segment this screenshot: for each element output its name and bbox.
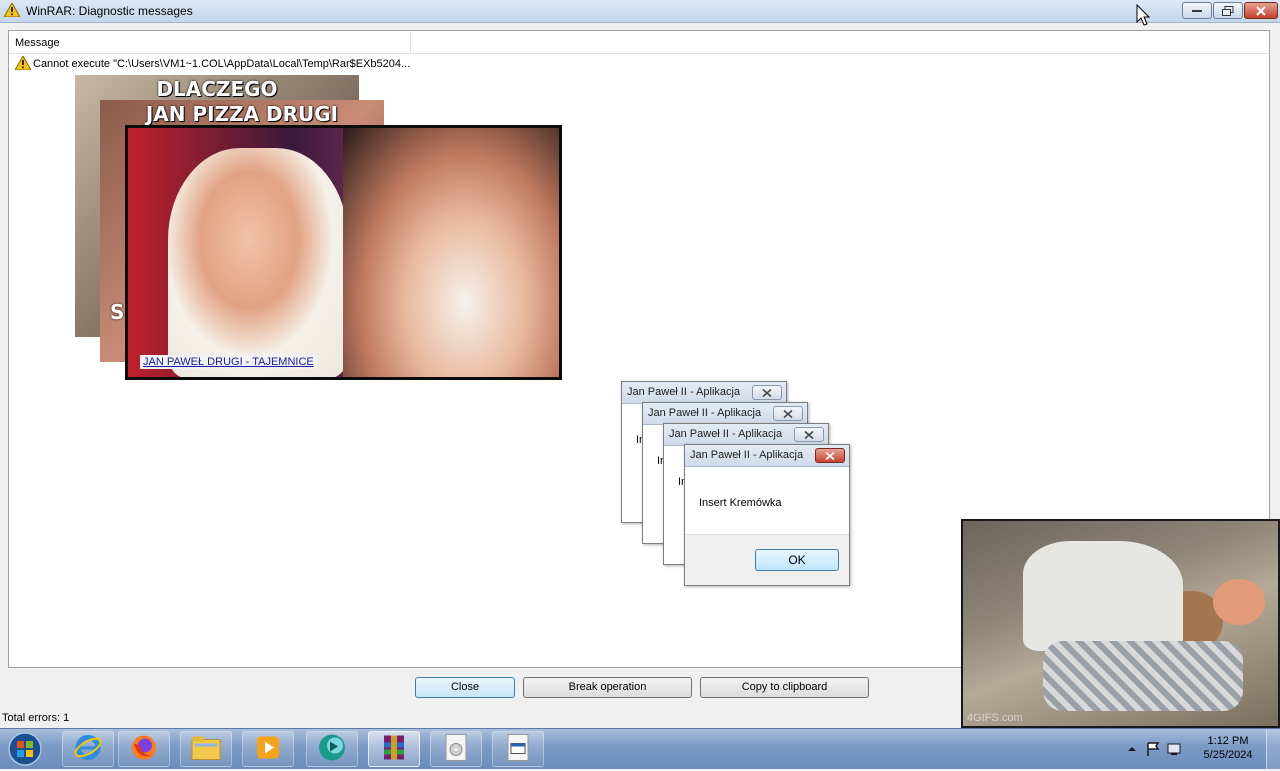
clock-time: 1:12 PM [1207,735,1249,747]
show-hidden-icons-icon [1128,747,1136,751]
taskbar: 1:12 PM 5/25/2024 [0,728,1280,769]
image-figure [1043,641,1243,711]
dialog-message: Insert Kremówka [699,497,782,509]
taskbar-media-player[interactable] [242,731,294,767]
title-bar: WinRAR: Diagnostic messages [0,0,1280,23]
gif-image-popup[interactable]: 4GIFS.com [961,519,1280,728]
taskbar-app[interactable] [306,731,358,767]
show-desktop-button[interactable] [1266,729,1280,769]
image-figure [168,148,348,377]
app-icon [317,733,347,766]
disc-app-icon [443,734,469,765]
gif-watermark: 4GIFS.com [967,712,1023,724]
list-header: Message [9,31,1269,54]
file-explorer-icon [191,735,221,764]
meme-image-popup[interactable]: JAN PAWEŁ DRUGI - TAJEMNICE [125,125,562,380]
restore-button[interactable] [1213,2,1243,19]
close-window-button[interactable] [1244,2,1278,19]
column-header-message[interactable]: Message [9,31,411,53]
copy-to-clipboard-button[interactable]: Copy to clipboard [700,677,869,698]
dialog-title-bar: Jan Paweł II - Aplikacja [685,445,849,467]
app-dialog-active[interactable]: Jan Paweł II - Aplikacja Insert Kremówka… [684,444,850,586]
window-title: WinRAR: Diagnostic messages [26,4,193,18]
taskbar-disc-app[interactable] [430,731,482,767]
image-figure [1023,541,1183,651]
mouse-cursor-icon [1136,3,1151,29]
dialog-close-button[interactable] [794,427,824,442]
break-operation-button[interactable]: Break operation [523,677,692,698]
message-text: Cannot execute "C:\Users\VM1~1.COL\AppDa… [33,58,411,70]
start-button[interactable] [4,730,46,768]
system-tray [1124,739,1188,762]
taskbar-internet-explorer[interactable] [62,731,114,767]
dialog-title-bar: Jan Paweł II - Aplikacja [622,382,786,404]
minimize-button[interactable] [1182,2,1212,19]
dialog-close-button[interactable] [815,448,845,463]
taskbar-clock[interactable]: 1:12 PM 5/25/2024 [1196,734,1260,762]
taskbar-file-explorer[interactable] [180,731,232,767]
warning-icon [14,54,32,73]
winrar-icon [380,734,408,765]
firefox-icon [130,734,158,765]
dialog-close-button[interactable] [773,406,803,421]
taskbar-winrar[interactable] [368,731,420,767]
status-text: Total errors: 1 [2,712,70,724]
exe-app-icon [505,734,531,765]
list-item[interactable]: Cannot execute "C:\Users\VM1~1.COL\AppDa… [13,54,613,73]
close-button[interactable]: Close [415,677,515,698]
warning-icon [3,1,21,20]
taskbar-firefox[interactable] [118,731,170,767]
ok-button[interactable]: OK [755,549,839,571]
taskbar-exe-app[interactable] [492,731,544,767]
image-figure [343,128,559,377]
dialog-title-bar: Jan Paweł II - Aplikacja [643,403,807,425]
internet-explorer-icon [74,734,102,765]
image-caption-link[interactable]: JAN PAWEŁ DRUGI - TAJEMNICE [140,355,317,369]
dialog-title-bar: Jan Paweł II - Aplikacja [664,424,828,446]
clock-date: 5/25/2024 [1203,749,1253,761]
media-player-icon [255,735,281,764]
image-figure [1213,579,1265,625]
dialog-close-button[interactable] [752,385,782,400]
